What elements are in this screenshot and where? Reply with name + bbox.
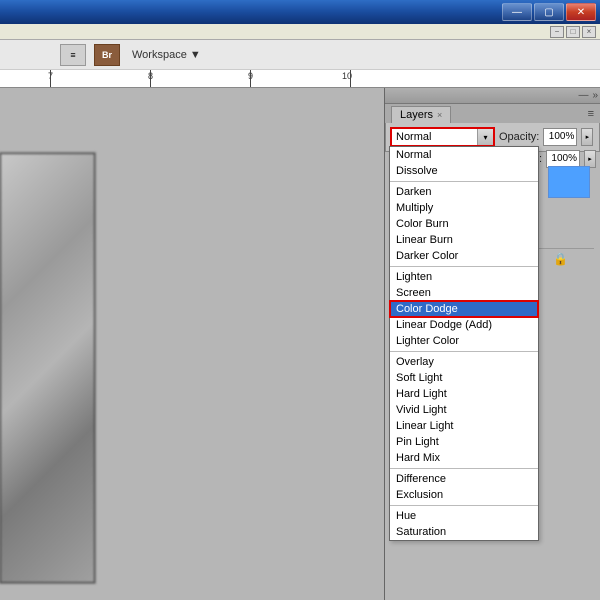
opacity-field[interactable]: 100% bbox=[543, 128, 577, 146]
opacity-label: Opacity: bbox=[499, 131, 539, 143]
combo-arrow-icon[interactable]: ▾ bbox=[477, 129, 493, 145]
minimize-button[interactable]: — bbox=[502, 3, 532, 21]
blend-mode-option[interactable]: Lighter Color bbox=[390, 333, 538, 349]
blend-mode-dropdown[interactable]: NormalDissolveDarkenMultiplyColor BurnLi… bbox=[389, 146, 539, 541]
blend-mode-option[interactable]: Dissolve bbox=[390, 163, 538, 179]
document-icon: ≡ bbox=[70, 50, 75, 60]
blend-mode-option[interactable]: Color Burn bbox=[390, 216, 538, 232]
blend-mode-option[interactable]: Screen bbox=[390, 285, 538, 301]
blend-mode-option[interactable]: Saturation bbox=[390, 524, 538, 540]
blend-mode-option[interactable]: Darken bbox=[390, 184, 538, 200]
blend-mode-option[interactable]: Pin Light bbox=[390, 434, 538, 450]
layers-panel: Normal ▾ Opacity: 100% ▸ Fill: 100% ▸ 🔒 … bbox=[385, 123, 600, 152]
blend-mode-option[interactable]: Hue bbox=[390, 508, 538, 524]
close-button[interactable]: ✕ bbox=[566, 3, 596, 21]
tab-layers[interactable]: Layers × bbox=[391, 106, 451, 123]
canvas-area[interactable] bbox=[0, 88, 384, 600]
layer-thumbnail[interactable] bbox=[548, 166, 590, 198]
blend-mode-option[interactable]: Normal bbox=[390, 147, 538, 163]
opacity-arrow-button[interactable]: ▸ bbox=[581, 128, 593, 146]
workspace-label: Workspace bbox=[132, 49, 187, 61]
close-icon: ✕ bbox=[577, 7, 585, 18]
tab-close-icon[interactable]: × bbox=[437, 110, 442, 120]
blend-mode-combo[interactable]: Normal ▾ bbox=[390, 127, 495, 147]
lock-icon[interactable]: 🔒 bbox=[553, 252, 568, 266]
maximize-button[interactable]: ▢ bbox=[534, 3, 564, 21]
window-titlebar: — ▢ ✕ bbox=[0, 0, 600, 24]
blend-mode-option[interactable]: Linear Dodge (Add) bbox=[390, 317, 538, 333]
blend-mode-option[interactable]: Multiply bbox=[390, 200, 538, 216]
blend-mode-option[interactable]: Lighten bbox=[390, 269, 538, 285]
panel-collapse-icon[interactable]: — bbox=[578, 90, 588, 101]
maximize-icon: ▢ bbox=[544, 7, 553, 18]
blend-mode-option[interactable]: Soft Light bbox=[390, 370, 538, 386]
secondary-bar: − □ × bbox=[0, 24, 600, 40]
blend-mode-option[interactable]: Vivid Light bbox=[390, 402, 538, 418]
blend-mode-option[interactable]: Exclusion bbox=[390, 487, 538, 503]
panel-maximize-button[interactable]: □ bbox=[566, 26, 580, 38]
chevron-down-icon: ▼ bbox=[190, 49, 201, 61]
blend-mode-option[interactable]: Darker Color bbox=[390, 248, 538, 264]
blend-mode-option[interactable]: Overlay bbox=[390, 354, 538, 370]
panel-minimize-button[interactable]: − bbox=[550, 26, 564, 38]
blend-mode-option[interactable]: Difference bbox=[390, 471, 538, 487]
blend-mode-current: Normal bbox=[392, 131, 477, 143]
blend-mode-option[interactable]: Hard Light bbox=[390, 386, 538, 402]
minimize-icon: — bbox=[512, 7, 522, 18]
options-toolbar: ≡ Br Workspace ▼ bbox=[0, 40, 600, 70]
workspace-menu[interactable]: Workspace ▼ bbox=[128, 47, 205, 63]
horizontal-ruler: 7 8 9 10 bbox=[0, 70, 600, 88]
bridge-button[interactable]: Br bbox=[94, 44, 120, 66]
blend-mode-option[interactable]: Linear Burn bbox=[390, 232, 538, 248]
panel-menu-icon[interactable]: ≡ bbox=[584, 106, 598, 123]
panel-chevron-icon[interactable]: » bbox=[592, 90, 598, 101]
document-canvas[interactable] bbox=[0, 153, 95, 583]
tab-label: Layers bbox=[400, 109, 433, 121]
panel-header: — » bbox=[385, 88, 600, 104]
blend-mode-option[interactable]: Linear Light bbox=[390, 418, 538, 434]
document-icon-button[interactable]: ≡ bbox=[60, 44, 86, 66]
blend-mode-option[interactable]: Hard Mix bbox=[390, 450, 538, 466]
panel-close-button[interactable]: × bbox=[582, 26, 596, 38]
panels-dock: — » Layers × ≡ Normal ▾ Opacity: 100% ▸ bbox=[384, 88, 600, 600]
blend-mode-option[interactable]: Color Dodge bbox=[390, 301, 538, 317]
